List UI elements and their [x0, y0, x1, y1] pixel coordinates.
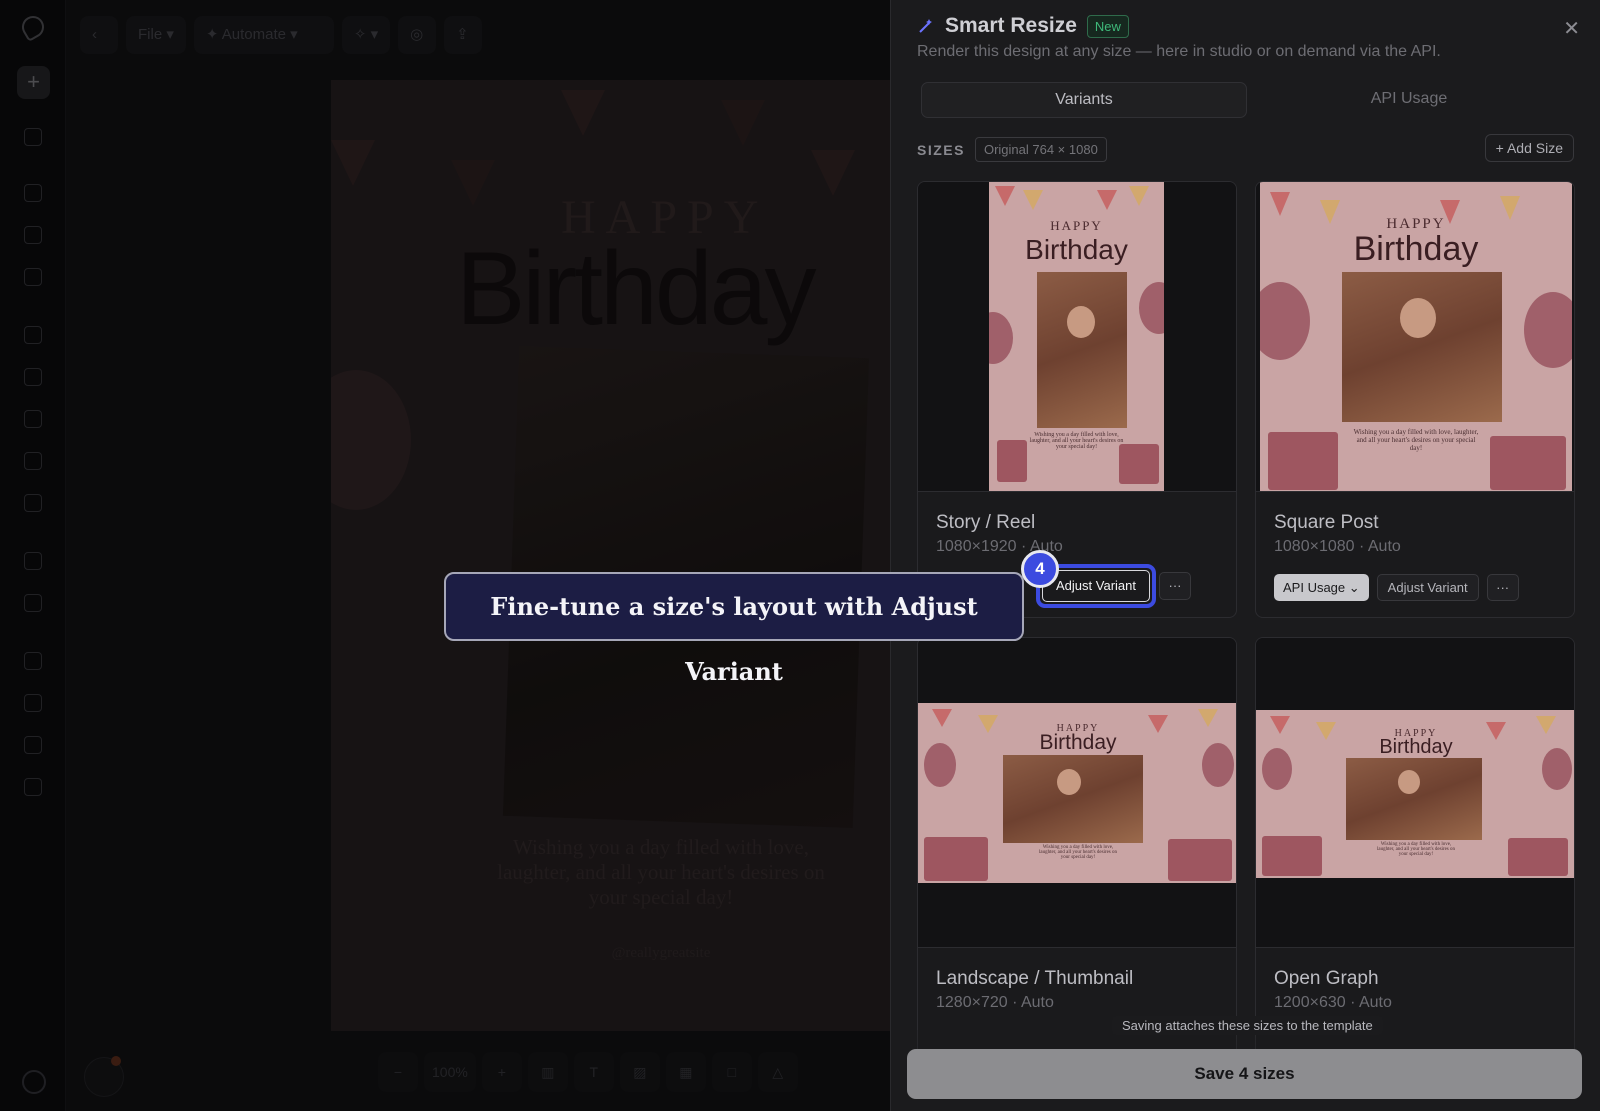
add-size-label: Add Size	[1506, 140, 1563, 156]
thumb-happy-text: HAPPY	[1050, 218, 1103, 233]
tab-api-usage[interactable]: API Usage	[1247, 82, 1571, 118]
thumb-face	[1057, 769, 1081, 795]
thumb-birthday-text: Birthday	[1379, 736, 1453, 758]
thumb-face	[1398, 770, 1420, 794]
balloon-graphic	[924, 743, 956, 787]
design-thumbnail: HAPPY Birthday Wishing you a day filled …	[1256, 710, 1574, 878]
thumb-photo	[1342, 272, 1502, 422]
design-thumbnail: HAPPY Birthday Wishing you a day filled …	[918, 703, 1236, 883]
sizes-label: SIZES	[917, 141, 965, 158]
gift-graphic	[997, 440, 1027, 482]
size-preview: HAPPY Birthday Wishing you a day filled …	[918, 638, 1236, 948]
original-size-badge: Original 764 × 1080	[974, 137, 1107, 162]
size-preview: HAPPY Birthday Wishing you a day filled …	[1256, 182, 1574, 492]
bunting-flag	[1023, 190, 1043, 210]
size-preview: HAPPY Birthday Wishing you a day filled …	[918, 182, 1236, 492]
cake-graphic	[1168, 839, 1232, 881]
save-hint: Saving attaches these sizes to the templ…	[1112, 1016, 1383, 1035]
size-card-landscape[interactable]: HAPPY Birthday Wishing you a day filled …	[917, 637, 1237, 1057]
size-name: Landscape / Thumbnail	[936, 968, 1134, 989]
size-name: Story / Reel	[936, 512, 1036, 533]
plus-icon: +	[1495, 140, 1504, 156]
balloon-graphic	[1202, 743, 1234, 787]
tour-tooltip: Fine-tune a size's layout with Adjust Va…	[444, 572, 1024, 686]
balloon-graphic	[1260, 282, 1310, 360]
more-options-button[interactable]: ···	[1159, 572, 1191, 600]
save-sizes-button[interactable]: Save 4 sizes	[907, 1049, 1582, 1099]
adjust-variant-label: Adjust Variant	[1042, 570, 1150, 602]
more-options-button[interactable]: ···	[1486, 574, 1519, 601]
thumb-photo	[1346, 758, 1482, 840]
thumb-birthday-text: Birthday	[1039, 731, 1117, 754]
thumb-photo	[1003, 755, 1143, 843]
balloon-graphic	[1262, 748, 1292, 790]
api-usage-dropdown[interactable]: API Usage ⌄	[1274, 574, 1369, 601]
balloon-graphic	[1524, 292, 1572, 368]
add-size-button[interactable]: + Add Size	[1484, 134, 1574, 162]
balloon-graphic	[1542, 748, 1572, 790]
bunting-flag	[1097, 190, 1117, 210]
panel-title: Smart Resize	[945, 14, 1077, 37]
cake-graphic	[1508, 838, 1568, 876]
design-thumbnail: HAPPY Birthday Wishing you a day filled …	[989, 182, 1164, 491]
gift-graphic	[924, 837, 988, 881]
adjust-variant-button[interactable]: Adjust Variant	[1376, 574, 1479, 601]
design-thumbnail: HAPPY Birthday Wishing you a day filled …	[1260, 182, 1572, 491]
panel-subtitle: Render this design at any size — here in…	[917, 43, 1441, 60]
close-icon[interactable]: ✕	[1563, 16, 1580, 41]
size-card-open-graph[interactable]: HAPPY Birthday Wishing you a day filled …	[1255, 637, 1575, 1057]
bunting-flag	[1129, 186, 1149, 206]
new-badge: New	[1086, 14, 1129, 38]
size-dimensions: 1200×630 · Auto	[1274, 994, 1392, 1011]
balloon-graphic	[1139, 282, 1164, 334]
size-name: Square Post	[1274, 512, 1379, 533]
size-actions: API Usage ⌄ Adjust Variant ···	[1274, 574, 1519, 601]
api-usage-label: API Usage	[1283, 580, 1346, 595]
size-dimensions: 1080×1080 · Auto	[1274, 538, 1401, 555]
panel-header: Smart Resize New	[917, 14, 1129, 38]
thumb-birthday-text: Birthday	[1025, 234, 1128, 265]
bunting-flag	[995, 186, 1015, 206]
thumb-face	[1067, 306, 1095, 338]
gift-graphic	[1268, 432, 1338, 490]
cake-graphic	[1119, 444, 1159, 484]
size-card-square[interactable]: HAPPY Birthday Wishing you a day filled …	[1255, 181, 1575, 618]
gift-graphic	[1262, 836, 1322, 876]
size-preview: HAPPY Birthday Wishing you a day filled …	[1256, 638, 1574, 948]
panel-tabs: Variants API Usage	[921, 82, 1571, 118]
sizes-header: SIZES Original 764 × 1080	[917, 137, 1107, 162]
thumb-birthday-text: Birthday	[1353, 230, 1479, 268]
cake-graphic	[1490, 436, 1566, 490]
tour-step-badge: 4	[1021, 550, 1059, 588]
thumb-face	[1400, 298, 1436, 338]
magic-wand-icon	[917, 17, 935, 35]
bunting-flag	[1270, 192, 1290, 216]
size-dimensions: 1280×720 · Auto	[936, 994, 1054, 1011]
tab-variants[interactable]: Variants	[921, 82, 1247, 118]
thumb-photo	[1037, 272, 1127, 428]
size-name: Open Graph	[1274, 968, 1379, 989]
balloon-graphic	[989, 312, 1013, 364]
size-card-story[interactable]: HAPPY Birthday Wishing you a day filled …	[917, 181, 1237, 618]
